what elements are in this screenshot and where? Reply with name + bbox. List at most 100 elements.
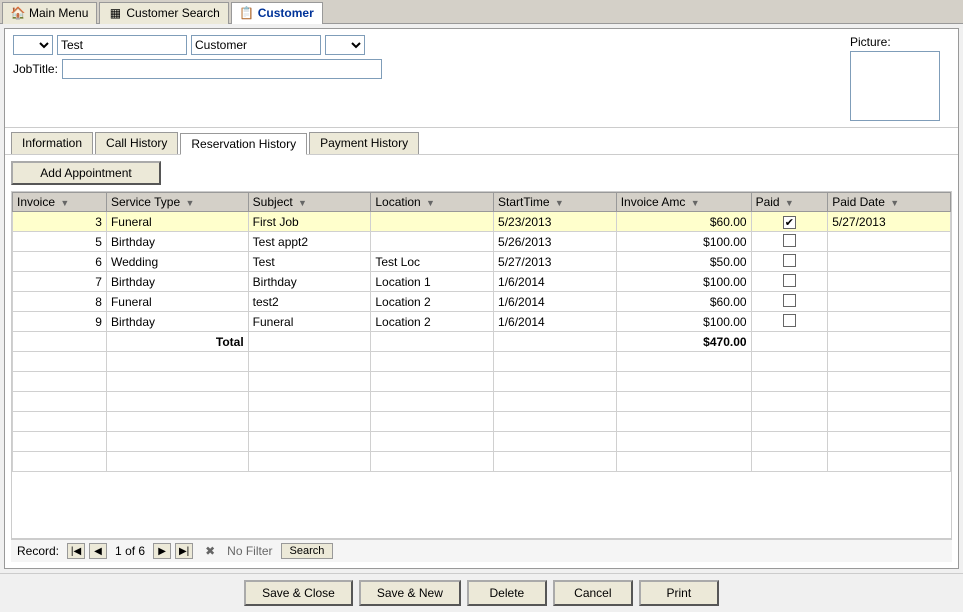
- total-empty-1: [248, 332, 371, 352]
- tab-call-history[interactable]: Call History: [95, 132, 178, 154]
- paid-checkbox[interactable]: ✔: [783, 216, 796, 229]
- col-header-starttime[interactable]: StartTime ▼: [494, 193, 617, 212]
- filter-label: No Filter: [227, 544, 272, 558]
- cell-service-type: Birthday: [106, 232, 248, 252]
- cell-paid-date: [828, 252, 951, 272]
- empty-row: [13, 432, 951, 452]
- reservation-table-container[interactable]: Invoice ▼ Service Type ▼ Subject ▼ Locat…: [11, 191, 952, 539]
- cell-location: [371, 212, 494, 232]
- col-header-service-type[interactable]: Service Type ▼: [106, 193, 248, 212]
- paid-checkbox[interactable]: [783, 234, 796, 247]
- cell-paid[interactable]: [751, 292, 828, 312]
- empty-row: [13, 392, 951, 412]
- tab-main-menu[interactable]: 🏠 Main Menu: [2, 2, 97, 24]
- total-empty-2: [371, 332, 494, 352]
- tab-reservation-history[interactable]: Reservation History: [180, 133, 307, 155]
- main-window: JobTitle: Picture: Information Call Hist…: [4, 28, 959, 569]
- cell-subject: Birthday: [248, 272, 371, 292]
- invoice-amount-sort-icon: ▼: [691, 198, 700, 208]
- cell-invoice: 3: [13, 212, 107, 232]
- subject-sort-icon: ▼: [298, 198, 307, 208]
- col-header-invoice[interactable]: Invoice ▼: [13, 193, 107, 212]
- save-close-button[interactable]: Save & Close: [244, 580, 353, 606]
- table-row[interactable]: 3 Funeral First Job 5/23/2013 $60.00 ✔ 5…: [13, 212, 951, 232]
- cell-paid[interactable]: [751, 312, 828, 332]
- table-row[interactable]: 8 Funeral test2 Location 2 1/6/2014 $60.…: [13, 292, 951, 312]
- invoice-sort-icon: ▼: [60, 198, 69, 208]
- jobtitle-input[interactable]: [62, 59, 382, 79]
- paid-checkbox[interactable]: [783, 274, 796, 287]
- form-fields: JobTitle:: [13, 35, 842, 83]
- add-appointment-button[interactable]: Add Appointment: [11, 161, 161, 185]
- nav-last-button[interactable]: ▶|: [175, 543, 193, 559]
- cell-service-type: Wedding: [106, 252, 248, 272]
- table-row[interactable]: 9 Birthday Funeral Location 2 1/6/2014 $…: [13, 312, 951, 332]
- empty-row: [13, 352, 951, 372]
- picture-area: Picture:: [850, 35, 950, 121]
- cell-paid[interactable]: [751, 232, 828, 252]
- tab-information[interactable]: Information: [11, 132, 93, 154]
- record-label: Record:: [17, 544, 59, 558]
- paid-checkbox[interactable]: [783, 294, 796, 307]
- tab-customer[interactable]: 📋 Customer: [231, 2, 323, 24]
- cell-paid-date: [828, 272, 951, 292]
- filter-icon: ✖: [205, 544, 215, 558]
- col-header-subject[interactable]: Subject ▼: [248, 193, 371, 212]
- doc-icon: 📋: [240, 6, 254, 20]
- first-name-input[interactable]: [57, 35, 187, 55]
- cell-invoice-amount: $50.00: [616, 252, 751, 272]
- cell-paid[interactable]: [751, 272, 828, 292]
- table-row[interactable]: 6 Wedding Test Test Loc 5/27/2013 $50.00: [13, 252, 951, 272]
- cell-paid[interactable]: [751, 252, 828, 272]
- inner-tab-bar: Information Call History Reservation His…: [5, 128, 958, 155]
- paid-checkbox[interactable]: [783, 254, 796, 267]
- col-header-invoice-amount[interactable]: Invoice Amc ▼: [616, 193, 751, 212]
- paid-checkbox[interactable]: [783, 314, 796, 327]
- cell-starttime: 5/27/2013: [494, 252, 617, 272]
- salutation-select[interactable]: [13, 35, 53, 55]
- tab-payment-history-label: Payment History: [320, 136, 408, 150]
- tab-customer-label: Customer: [258, 6, 314, 20]
- search-button[interactable]: Search: [281, 543, 334, 559]
- cancel-button[interactable]: Cancel: [553, 580, 633, 606]
- empty-row: [13, 372, 951, 392]
- nav-prev-button[interactable]: ◀: [89, 543, 107, 559]
- nav-first-button[interactable]: |◀: [67, 543, 85, 559]
- tab-content-reservation-history: Add Appointment Invoice ▼ Service Type ▼…: [5, 155, 958, 568]
- table-header-row: Invoice ▼ Service Type ▼ Subject ▼ Locat…: [13, 193, 951, 212]
- suffix-select[interactable]: [325, 35, 365, 55]
- tab-payment-history[interactable]: Payment History: [309, 132, 419, 154]
- nav-next-button[interactable]: ▶: [153, 543, 171, 559]
- name-row: [13, 35, 842, 55]
- cell-paid[interactable]: ✔: [751, 212, 828, 232]
- cell-paid-date: 5/27/2013: [828, 212, 951, 232]
- cell-paid-date: [828, 312, 951, 332]
- location-sort-icon: ▼: [426, 198, 435, 208]
- save-new-button[interactable]: Save & New: [359, 580, 461, 606]
- cell-starttime: 5/23/2013: [494, 212, 617, 232]
- cell-location: Location 2: [371, 312, 494, 332]
- cell-starttime: 1/6/2014: [494, 292, 617, 312]
- print-button[interactable]: Print: [639, 580, 719, 606]
- cell-subject: First Job: [248, 212, 371, 232]
- delete-button[interactable]: Delete: [467, 580, 547, 606]
- cell-invoice: 8: [13, 292, 107, 312]
- table-row[interactable]: 5 Birthday Test appt2 5/26/2013 $100.00: [13, 232, 951, 252]
- cell-subject: test2: [248, 292, 371, 312]
- cell-invoice-amount: $100.00: [616, 312, 751, 332]
- total-amount: $470.00: [616, 332, 751, 352]
- service-type-sort-icon: ▼: [185, 198, 194, 208]
- table-row[interactable]: 7 Birthday Birthday Location 1 1/6/2014 …: [13, 272, 951, 292]
- tab-call-history-label: Call History: [106, 136, 167, 150]
- tab-customer-search[interactable]: ▦ Customer Search: [99, 2, 228, 24]
- cell-starttime: 1/6/2014: [494, 272, 617, 292]
- table-icon: ▦: [108, 6, 122, 20]
- picture-label: Picture:: [850, 35, 891, 49]
- col-header-paid-date[interactable]: Paid Date ▼: [828, 193, 951, 212]
- col-header-paid[interactable]: Paid ▼: [751, 193, 828, 212]
- last-name-input[interactable]: [191, 35, 321, 55]
- of-label: of: [125, 544, 138, 558]
- cell-invoice-amount: $100.00: [616, 272, 751, 292]
- col-header-location[interactable]: Location ▼: [371, 193, 494, 212]
- total-records: 6: [138, 544, 145, 558]
